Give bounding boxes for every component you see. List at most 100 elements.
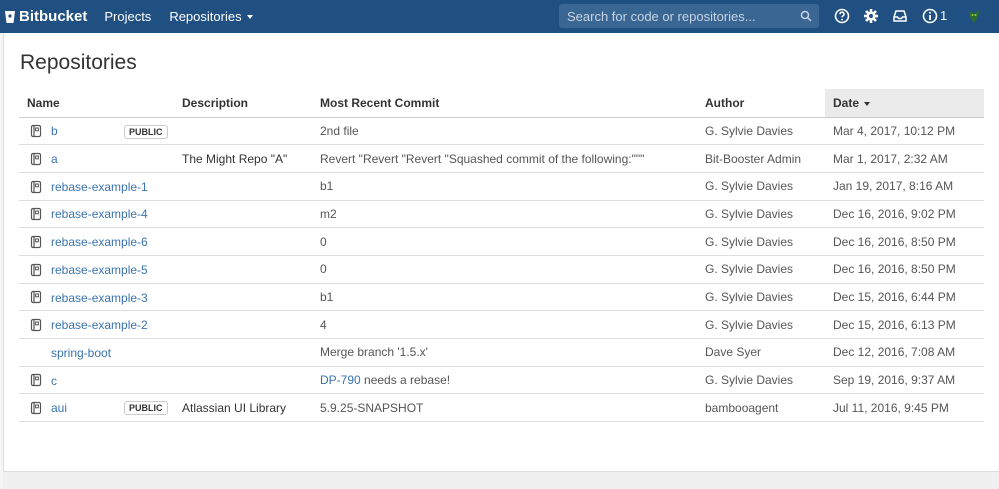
bitbucket-logo[interactable]: Bitbucket bbox=[4, 8, 87, 25]
main-content: Repositories Name Description Most Recen… bbox=[3, 33, 999, 471]
nav-projects-label: Projects bbox=[104, 9, 152, 24]
repo-description bbox=[174, 172, 312, 201]
table-header-row: Name Description Most Recent Commit Auth… bbox=[19, 89, 984, 118]
repo-commit-cell: 4 bbox=[312, 310, 697, 339]
repo-name-link[interactable]: a bbox=[51, 152, 58, 166]
repo-description: Atlassian UI Library bbox=[174, 393, 312, 423]
repo-name-cell: aui PUBLIC bbox=[19, 393, 174, 423]
nav-repositories-dropdown[interactable]: Repositories bbox=[169, 9, 253, 24]
column-header-date-label: Date bbox=[833, 95, 860, 110]
repo-commit-cell: 0 bbox=[312, 227, 697, 256]
public-badge: PUBLIC bbox=[124, 124, 168, 139]
repo-author: G. Sylvie Davies bbox=[697, 200, 825, 229]
repo-commit-message: m2 bbox=[320, 206, 337, 221]
repo-commit-message: b1 bbox=[320, 289, 334, 304]
repo-name-link[interactable]: b bbox=[51, 124, 58, 138]
repo-commit-message: Revert "Revert "Revert "Squashed commit … bbox=[320, 151, 645, 166]
repo-commit-cell: b1 bbox=[312, 283, 697, 312]
repo-commit-message: needs a rebase! bbox=[360, 373, 451, 388]
repo-author: G. Sylvie Davies bbox=[697, 366, 825, 395]
user-avatar[interactable] bbox=[965, 7, 983, 25]
search-input[interactable] bbox=[559, 8, 789, 24]
repo-description bbox=[174, 366, 312, 395]
repo-author: bambooagent bbox=[697, 393, 825, 423]
repo-name-link[interactable]: spring-boot bbox=[51, 346, 111, 360]
table-row: a The Might Repo "A" Revert "Revert "Rever… bbox=[19, 144, 984, 173]
chevron-down-icon bbox=[246, 14, 253, 19]
repo-commit-message: Merge branch '1.5.x' bbox=[320, 345, 428, 360]
repositories-table: Name Description Most Recent Commit Auth… bbox=[19, 89, 984, 423]
repo-author: Dave Syer bbox=[697, 338, 825, 367]
repo-date: Dec 15, 2016, 6:13 PM bbox=[825, 310, 984, 339]
repo-description: The Might Repo "A" bbox=[174, 144, 312, 173]
column-header-description[interactable]: Description bbox=[174, 89, 312, 118]
repo-name-link[interactable]: rebase-example-5 bbox=[51, 263, 148, 277]
repo-name-link[interactable]: rebase-example-2 bbox=[51, 318, 148, 332]
repo-commit-message: 0 bbox=[320, 234, 327, 249]
table-row: b PUBLIC 2nd file G. Sylvie Davies Mar 4, 20… bbox=[19, 117, 984, 146]
repo-date: Mar 4, 2017, 10:12 PM bbox=[825, 117, 984, 146]
notification-count: 1 bbox=[940, 8, 948, 23]
repo-name-link[interactable]: rebase-example-4 bbox=[51, 207, 148, 221]
repository-icon bbox=[30, 208, 42, 221]
info-icon[interactable] bbox=[922, 8, 938, 24]
repo-name-link[interactable]: c bbox=[51, 373, 57, 387]
repo-commit-cell: DP-790 needs a rebase! bbox=[312, 366, 697, 395]
repo-name-cell: rebase-example-3 bbox=[19, 283, 174, 312]
repo-name-cell: rebase-example-5 bbox=[19, 255, 174, 284]
repo-date: Jan 19, 2017, 8:16 AM bbox=[825, 172, 984, 201]
table-row: rebase-example-5 0 G. Sylvie Davies Dec 16,… bbox=[19, 255, 984, 284]
repository-icon bbox=[30, 152, 42, 166]
column-header-commit[interactable]: Most Recent Commit bbox=[312, 89, 697, 118]
column-header-author[interactable]: Author bbox=[697, 89, 825, 118]
repo-name-cell: rebase-example-1 bbox=[19, 172, 174, 201]
repo-commit-cell: 5.9.25-SNAPSHOT bbox=[312, 393, 697, 423]
public-badge: PUBLIC bbox=[124, 401, 168, 416]
help-icon[interactable] bbox=[834, 8, 850, 24]
table-row: rebase-example-1 b1 G. Sylvie Davies Jan 19… bbox=[19, 172, 984, 201]
repo-name-link[interactable]: aui bbox=[51, 401, 67, 415]
search-icon[interactable] bbox=[800, 10, 812, 22]
repo-commit-message: b1 bbox=[320, 179, 334, 194]
repo-description bbox=[174, 283, 312, 312]
repo-commit-message: 0 bbox=[320, 262, 327, 277]
repository-icon-placeholder bbox=[29, 346, 43, 360]
repo-name-link[interactable]: rebase-example-1 bbox=[51, 180, 148, 194]
column-header-date[interactable]: Date bbox=[825, 89, 984, 118]
table-row: rebase-example-3 b1 G. Sylvie Davies Dec 15… bbox=[19, 283, 984, 312]
repo-name-cell: c bbox=[19, 366, 174, 395]
repo-date: Jul 11, 2016, 9:45 PM bbox=[825, 393, 984, 423]
repo-name-cell: rebase-example-4 bbox=[19, 200, 174, 229]
repo-commit-message: 5.9.25-SNAPSHOT bbox=[320, 400, 424, 415]
repo-description bbox=[174, 338, 312, 367]
repo-name-link[interactable]: rebase-example-3 bbox=[51, 290, 148, 304]
repo-date: Dec 16, 2016, 8:50 PM bbox=[825, 255, 984, 284]
inbox-icon[interactable] bbox=[892, 8, 908, 24]
repo-date: Dec 16, 2016, 8:50 PM bbox=[825, 227, 984, 256]
repo-name-cell: b PUBLIC bbox=[19, 117, 174, 146]
repo-name-link[interactable]: rebase-example-6 bbox=[51, 235, 148, 249]
commit-issue-link[interactable]: DP-790 bbox=[320, 373, 361, 387]
repo-author: G. Sylvie Davies bbox=[697, 310, 825, 339]
column-header-name[interactable]: Name bbox=[19, 89, 174, 118]
repo-commit-cell: Merge branch '1.5.x' bbox=[312, 338, 697, 367]
repo-commit-cell: 2nd file bbox=[312, 117, 697, 146]
repo-name-cell: rebase-example-6 bbox=[19, 227, 174, 256]
search-box[interactable] bbox=[559, 4, 819, 28]
repo-author: G. Sylvie Davies bbox=[697, 283, 825, 312]
repo-commit-cell: Revert "Revert "Revert "Squashed commit … bbox=[312, 144, 697, 173]
repo-author: G. Sylvie Davies bbox=[697, 227, 825, 256]
table-row: c DP-790 needs a rebase! G. Sylvie Davies S… bbox=[19, 366, 984, 395]
table-row: rebase-example-2 4 G. Sylvie Davies Dec 15,… bbox=[19, 310, 984, 339]
table-row: rebase-example-6 0 G. Sylvie Davies Dec 16,… bbox=[19, 227, 984, 256]
repository-icon bbox=[30, 235, 42, 249]
gear-icon[interactable] bbox=[863, 8, 879, 24]
table-row: spring-boot Merge branch '1.5.x' Dave Syer… bbox=[19, 338, 984, 367]
repo-date: Dec 15, 2016, 6:44 PM bbox=[825, 283, 984, 312]
repository-icon bbox=[30, 402, 42, 415]
repository-icon bbox=[30, 291, 42, 304]
repo-commit-message: 4 bbox=[320, 317, 327, 332]
page-title: Repositories bbox=[20, 51, 137, 74]
nav-projects[interactable]: Projects bbox=[104, 9, 151, 24]
repo-commit-message: 2nd file bbox=[320, 123, 359, 138]
